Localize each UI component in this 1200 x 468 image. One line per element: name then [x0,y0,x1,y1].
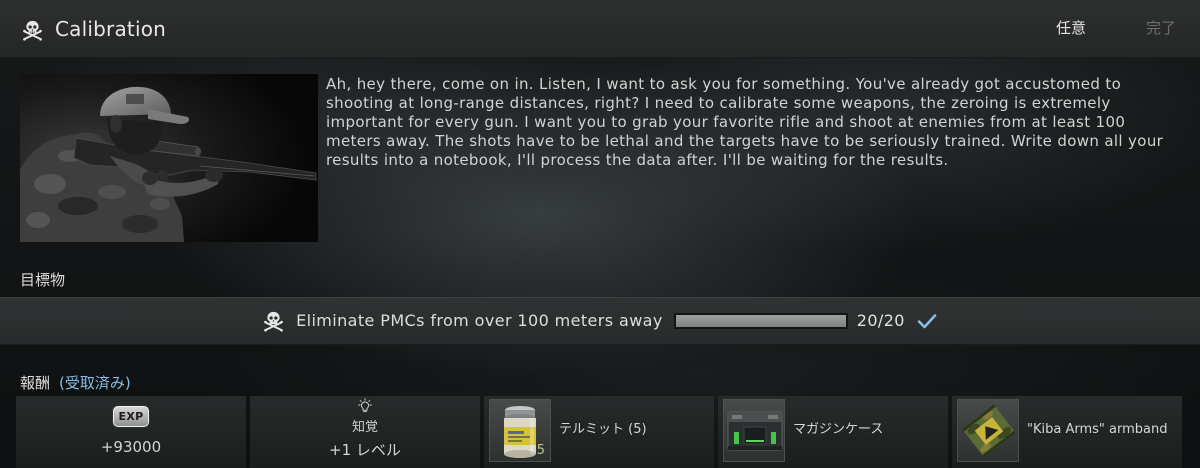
description-line: shooting at long-range distances, right?… [326,94,1111,112]
rewards-row: EXP +93000 知覚 +1 レベル 5 テルミット (5) マガジンケース… [16,396,1182,468]
exp-badge-icon: EXP [112,405,150,428]
quest-type-label: 任意 [1056,19,1087,37]
reward-item-armband[interactable]: "Kiba Arms" armband [952,396,1182,468]
progress-fill [675,315,846,327]
reward-item-thermite[interactable]: 5 テルミット (5) [484,396,714,468]
skull-icon [23,20,42,41]
description-line: results into a notebook, I'll process th… [326,151,949,169]
item-slot[interactable] [957,399,1019,462]
skill-name: 知覚 [351,420,378,435]
rewards-claimed-status: (受取済み) [59,374,131,392]
experience-value: +93000 [100,438,162,456]
complete-button[interactable]: 完了 [1146,18,1176,38]
magazine-case-icon [727,411,783,451]
item-slot[interactable]: 5 [489,399,551,462]
soldier-with-rifle-image [20,74,318,242]
armband-icon [962,404,1016,458]
objective-row: Eliminate PMCs from over 100 meters away… [0,297,1200,345]
rewards-heading-label: 報酬 [20,374,51,392]
item-name: テルミット (5) [559,422,647,437]
description-line: Ah, hey there, come on in. Listen, I wan… [326,75,1122,93]
quest-portrait [20,74,318,242]
reward-experience: EXP +93000 [16,396,246,468]
objective-progress-bar [673,313,848,329]
quest-title: Calibration [55,17,167,41]
objectives-heading: 目標物 [20,271,66,289]
lightbulb-icon [358,398,372,413]
item-stack-count: 5 [536,443,545,458]
quest-header: Calibration 任意 完了 [0,0,1200,58]
objective-text: Eliminate PMCs from over 100 meters away [296,311,663,330]
skull-icon [264,311,283,332]
reward-item-magazine-case[interactable]: マガジンケース [718,396,948,468]
description-line: meters away. The shots have to be lethal… [326,132,1164,150]
rewards-heading: 報酬 (受取済み) [20,373,131,393]
checkmark-icon [917,314,937,329]
reward-skill: 知覚 +1 レベル [250,396,480,468]
skill-level-value: +1 レベル [329,441,401,459]
item-name: "Kiba Arms" armband [1027,422,1168,437]
objective-progress-count: 20/20 [856,311,905,330]
item-name: マガジンケース [793,422,884,437]
item-slot[interactable] [723,399,785,462]
description-line: important for every gun. I want you to g… [326,113,1126,131]
quest-description: Ah, hey there, come on in. Listen, I wan… [326,75,1186,170]
